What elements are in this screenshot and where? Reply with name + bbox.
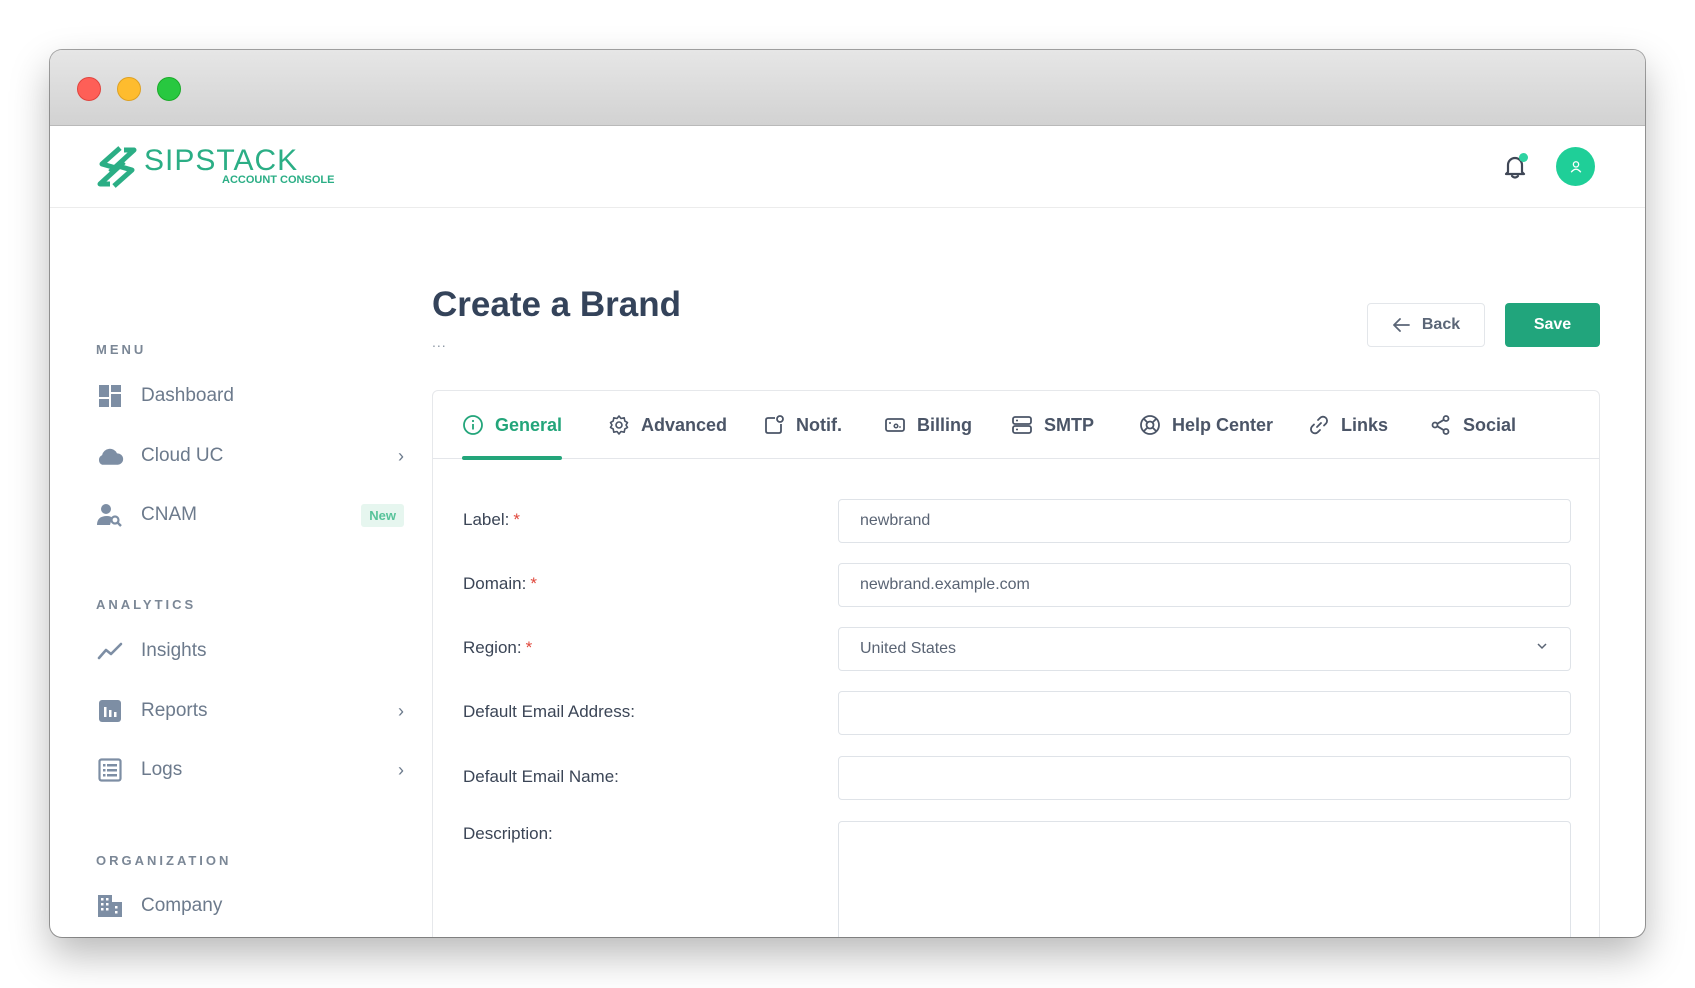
save-button[interactable]: Save	[1505, 303, 1600, 347]
tab-label: Billing	[917, 414, 972, 435]
default-email-address-input[interactable]	[838, 691, 1571, 735]
user-icon	[1570, 160, 1581, 173]
sidebar-item-reports[interactable]: Reports ›	[96, 691, 416, 731]
label-field-label: Label: *	[463, 510, 520, 529]
required-marker: *	[530, 574, 537, 593]
region-selected-value: United States	[860, 640, 957, 657]
sidebar: MENU Dashboard Cloud UC › CNAM New ANALY…	[50, 208, 430, 937]
title-bar	[50, 50, 1645, 126]
default-email-name-label: Default Email Name:	[463, 767, 619, 786]
tab-label: Links	[1341, 414, 1389, 435]
building-icon	[96, 892, 124, 920]
sidebar-item-label: Cloud UC	[141, 445, 224, 466]
tab-notif[interactable]: Notif.	[763, 391, 842, 459]
description-label: Description:	[463, 824, 553, 843]
tab-label: Help Center	[1172, 414, 1274, 435]
default-email-address-label: Default Email Address:	[463, 702, 635, 721]
dashboard-icon	[96, 382, 124, 410]
brand-form-card: General Advanced Notif. Billing SMTP Hel…	[432, 390, 1600, 937]
tab-advanced[interactable]: Advanced	[608, 391, 727, 459]
tab-help-center[interactable]: Help Center	[1139, 391, 1273, 459]
tab-label: Social	[1463, 414, 1517, 435]
notification-icon	[765, 415, 784, 434]
sidebar-item-company[interactable]: Company	[96, 886, 416, 926]
close-window-button[interactable]	[77, 77, 101, 101]
sidebar-item-label: Reports	[141, 700, 208, 721]
tab-label: SMTP	[1044, 414, 1095, 435]
sidebar-item-dashboard[interactable]: Dashboard	[96, 376, 416, 416]
back-button-label: Back	[1421, 316, 1461, 333]
logo-subtitle: ACCOUNT CONSOLE	[222, 174, 335, 186]
section-title-menu: MENU	[96, 342, 147, 357]
cloud-icon	[96, 442, 124, 470]
tab-smtp[interactable]: SMTP	[1011, 391, 1094, 459]
user-search-icon	[96, 501, 124, 529]
tab-social[interactable]: Social	[1430, 391, 1516, 459]
description-textarea[interactable]	[838, 821, 1571, 937]
sidebar-item-cnam[interactable]: CNAM New	[96, 495, 416, 535]
notifications-button[interactable]	[1500, 151, 1530, 181]
default-email-name-input[interactable]	[838, 756, 1571, 800]
section-title-organization: ORGANIZATION	[96, 853, 232, 868]
sidebar-item-logs[interactable]: Logs ›	[96, 750, 416, 790]
tab-billing[interactable]: Billing	[884, 391, 972, 459]
server-icon	[1012, 416, 1032, 434]
page-title: Create a Brand	[432, 285, 681, 324]
sidebar-item-label: CNAM	[141, 504, 197, 525]
tab-label: General	[495, 414, 563, 435]
domain-field-label: Domain: *	[463, 574, 537, 593]
tab-general[interactable]: General	[462, 391, 563, 460]
bar-chart-icon	[96, 697, 124, 725]
lifebuoy-icon	[1140, 415, 1160, 435]
maximize-window-button[interactable]	[157, 77, 181, 101]
app-header: SIPSTACK ACCOUNT CONSOLE	[50, 127, 1645, 208]
chevron-down-icon	[1537, 643, 1547, 650]
chevron-right-icon: ›	[398, 700, 404, 721]
region-select[interactable]: United States	[838, 627, 1571, 671]
user-avatar-button[interactable]	[1556, 147, 1595, 186]
logo[interactable]: SIPSTACK ACCOUNT CONSOLE	[94, 144, 334, 190]
new-badge: New	[361, 503, 404, 527]
chevron-right-icon: ›	[398, 445, 404, 466]
sidebar-item-label: Insights	[141, 640, 207, 661]
info-icon	[463, 415, 483, 435]
minimize-window-button[interactable]	[117, 77, 141, 101]
tab-bar: General Advanced Notif. Billing SMTP Hel…	[433, 391, 1599, 460]
tab-links[interactable]: Links	[1308, 391, 1388, 459]
tab-label: Notif.	[796, 414, 842, 435]
sidebar-item-cloud-uc[interactable]: Cloud UC ›	[96, 436, 416, 476]
sipstack-logo-icon	[97, 146, 137, 188]
billing-icon	[885, 418, 905, 432]
sidebar-item-label: Logs	[141, 759, 183, 780]
sidebar-item-insights[interactable]: Insights	[96, 631, 416, 671]
page-subtitle: ...	[432, 334, 447, 350]
back-button[interactable]: Back	[1367, 303, 1485, 347]
sidebar-item-label: Dashboard	[141, 385, 234, 406]
section-title-analytics: ANALYTICS	[96, 597, 197, 612]
required-marker: *	[525, 638, 533, 657]
browser-window: SIPSTACK ACCOUNT CONSOLE MENU Dashboard	[50, 50, 1645, 937]
label-input[interactable]: newbrand	[838, 499, 1571, 543]
tab-label: Advanced	[641, 414, 728, 435]
chevron-right-icon: ›	[398, 759, 404, 780]
sidebar-item-label: Company	[141, 895, 223, 916]
region-field-label: Region: *	[463, 638, 533, 657]
domain-input[interactable]: newbrand.example.com	[838, 563, 1571, 607]
trend-line-icon	[96, 637, 124, 665]
notification-dot	[1519, 153, 1528, 162]
logo-name: SIPSTACK	[144, 144, 299, 177]
list-icon	[96, 756, 124, 784]
gear-icon	[609, 415, 629, 435]
arrow-left-icon	[1392, 318, 1410, 332]
required-marker: *	[513, 510, 520, 529]
share-icon	[1431, 415, 1450, 435]
link-icon	[1310, 415, 1328, 435]
